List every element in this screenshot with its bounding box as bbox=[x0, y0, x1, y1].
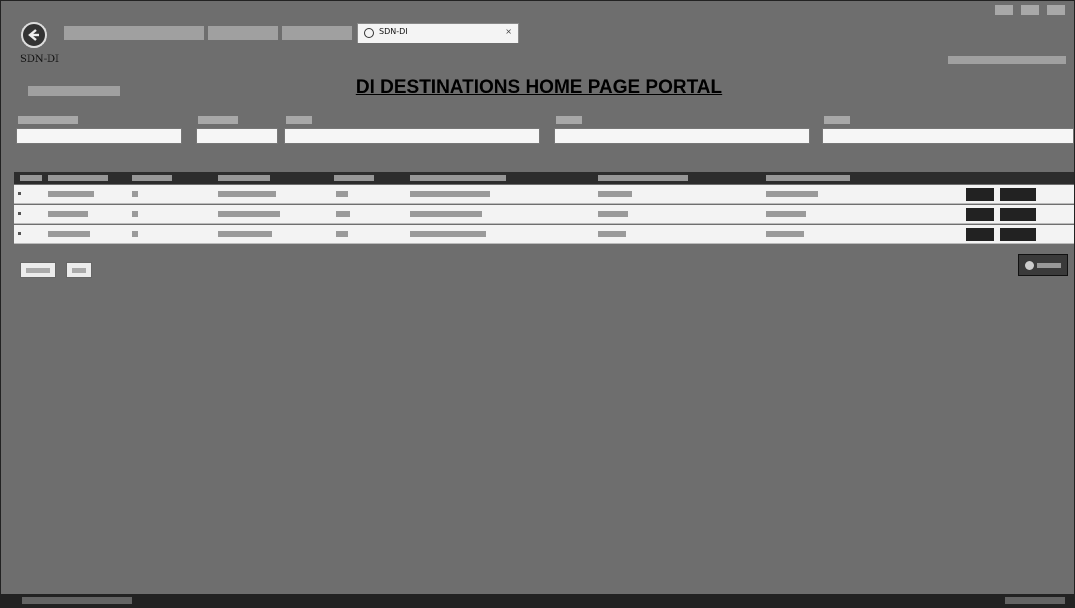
next-label bbox=[72, 268, 86, 273]
previous-label bbox=[26, 268, 50, 273]
table-cell bbox=[132, 191, 138, 197]
column-header bbox=[410, 175, 506, 181]
tab-globe-icon bbox=[364, 28, 374, 38]
table-cell bbox=[48, 191, 94, 197]
table-cell bbox=[218, 211, 280, 217]
tab-address[interactable] bbox=[64, 26, 204, 40]
status-text bbox=[22, 597, 132, 604]
filter-input-5[interactable] bbox=[822, 128, 1074, 144]
delete-button[interactable] bbox=[1000, 228, 1036, 241]
table-cell bbox=[336, 231, 348, 237]
table-cell bbox=[218, 231, 272, 237]
next-button[interactable] bbox=[66, 262, 92, 278]
add-button[interactable] bbox=[1018, 254, 1068, 276]
filter-label-2 bbox=[198, 116, 238, 124]
row-marker bbox=[18, 192, 21, 195]
main-content: DI DESTINATIONS HOME PAGE PORTAL bbox=[14, 72, 1074, 602]
table-row[interactable] bbox=[14, 185, 1074, 204]
table-cell bbox=[766, 231, 804, 237]
table-cell bbox=[410, 191, 490, 197]
table-row[interactable] bbox=[14, 205, 1074, 224]
page-title-bar: SDN-DI bbox=[14, 52, 1070, 70]
column-header bbox=[20, 175, 42, 181]
table-cell bbox=[132, 231, 138, 237]
window-controls bbox=[995, 5, 1067, 17]
zoom-level[interactable] bbox=[1005, 597, 1065, 604]
row-marker bbox=[18, 212, 21, 215]
delete-button[interactable] bbox=[1000, 208, 1036, 221]
back-arrow-icon[interactable] bbox=[21, 22, 47, 48]
tab-active[interactable]: SDN-DI × bbox=[357, 23, 519, 43]
filter-label-3 bbox=[286, 116, 312, 124]
column-header bbox=[766, 175, 850, 181]
tab-close-icon[interactable]: × bbox=[505, 27, 512, 36]
table-cell bbox=[598, 191, 632, 197]
tab-search[interactable] bbox=[208, 26, 278, 40]
table-cell bbox=[218, 191, 276, 197]
top-right-links[interactable] bbox=[948, 56, 1066, 64]
tab-background[interactable] bbox=[282, 26, 352, 40]
table-cell bbox=[766, 191, 818, 197]
table-cell bbox=[766, 211, 806, 217]
row-marker bbox=[18, 232, 21, 235]
table-cell bbox=[598, 211, 628, 217]
edit-button[interactable] bbox=[966, 208, 994, 221]
maximize-button[interactable] bbox=[1021, 5, 1039, 15]
table-cell bbox=[410, 231, 486, 237]
add-label bbox=[1037, 263, 1061, 268]
table-cell bbox=[598, 231, 626, 237]
close-button[interactable] bbox=[1047, 5, 1065, 15]
edit-button[interactable] bbox=[966, 228, 994, 241]
column-header bbox=[598, 175, 688, 181]
filter-label-5 bbox=[824, 116, 850, 124]
filter-input-3[interactable] bbox=[284, 128, 540, 144]
status-bar bbox=[0, 594, 1075, 608]
previous-button[interactable] bbox=[20, 262, 56, 278]
column-header bbox=[218, 175, 270, 181]
minimize-button[interactable] bbox=[995, 5, 1013, 15]
filter-input-4[interactable] bbox=[554, 128, 810, 144]
filter-label-4 bbox=[556, 116, 582, 124]
filter-input-2[interactable] bbox=[196, 128, 278, 144]
table-cell bbox=[336, 191, 348, 197]
column-header bbox=[48, 175, 108, 181]
add-icon bbox=[1025, 261, 1034, 270]
back-link[interactable] bbox=[28, 86, 120, 96]
table-cell bbox=[410, 211, 482, 217]
edit-button[interactable] bbox=[966, 188, 994, 201]
table-cell bbox=[48, 231, 90, 237]
filter-label-1 bbox=[18, 116, 78, 124]
column-header bbox=[132, 175, 172, 181]
tab-label: SDN-DI bbox=[379, 27, 408, 36]
delete-button[interactable] bbox=[1000, 188, 1036, 201]
filter-input-1[interactable] bbox=[16, 128, 182, 144]
browser-chrome: SDN-DI × bbox=[0, 0, 1075, 48]
page-title: DI DESTINATIONS HOME PAGE PORTAL bbox=[355, 77, 723, 98]
table-cell bbox=[48, 211, 88, 217]
column-header bbox=[334, 175, 374, 181]
table-row[interactable] bbox=[14, 225, 1074, 244]
table-cell bbox=[132, 211, 138, 217]
table-header bbox=[14, 172, 1074, 184]
table-cell bbox=[336, 211, 350, 217]
app-label: SDN-DI bbox=[20, 54, 59, 65]
